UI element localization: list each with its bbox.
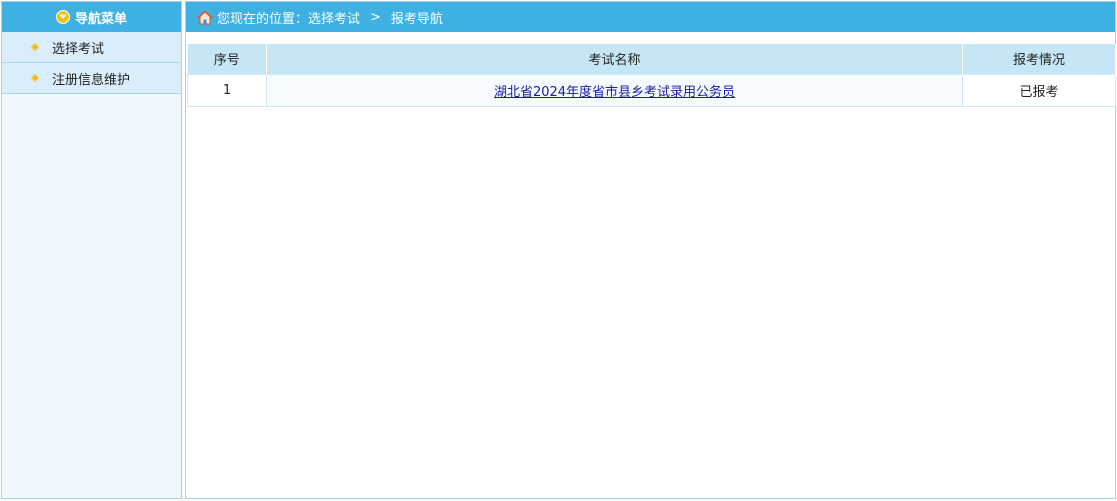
breadcrumb: 您现在的位置：选择考试 > 报考导航 [186, 2, 1115, 32]
table-row: 1 湖北省2024年度省市县乡考试录用公务员 已报考 [187, 73, 1116, 107]
breadcrumb-separator: > [370, 9, 381, 25]
home-icon [197, 9, 213, 25]
breadcrumb-prefix: 您现在的位置：选择考试 [217, 11, 361, 27]
row-status: 已报考 [962, 73, 1116, 107]
diamond-bullet-icon [30, 73, 40, 83]
column-header-exam-name: 考试名称 [266, 44, 963, 74]
diamond-bullet-icon [30, 42, 40, 52]
exam-table: 序号 考试名称 报考情况 1 湖北省2024年度省市县乡考试录用公务员 已报考 [187, 44, 1116, 107]
sidebar-title: 导航菜单 [74, 11, 127, 27]
sidebar: 导航菜单 选择考试 注册信息维护 [1, 1, 182, 499]
row-exam-name-cell: 湖北省2024年度省市县乡考试录用公务员 [266, 73, 963, 107]
chevron-down-circle-icon [55, 10, 70, 24]
sidebar-item-label: 注册信息维护 [52, 72, 131, 88]
sidebar-header: 导航菜单 [2, 2, 181, 32]
column-header-index: 序号 [187, 44, 267, 74]
sidebar-item-select-exam[interactable]: 选择考试 [2, 32, 181, 63]
exam-name-link[interactable]: 湖北省2024年度省市县乡考试录用公务员 [494, 85, 735, 100]
row-index: 1 [187, 73, 267, 107]
sidebar-item-label: 选择考试 [52, 41, 105, 57]
table-header-row: 序号 考试名称 报考情况 [187, 44, 1116, 74]
column-header-status: 报考情况 [962, 44, 1116, 74]
main-panel: 您现在的位置：选择考试 > 报考导航 序号 考试名称 报考情况 1 湖北省202… [185, 1, 1116, 499]
breadcrumb-current: 报考导航 [390, 11, 443, 27]
sidebar-item-registration-info[interactable]: 注册信息维护 [2, 63, 181, 94]
